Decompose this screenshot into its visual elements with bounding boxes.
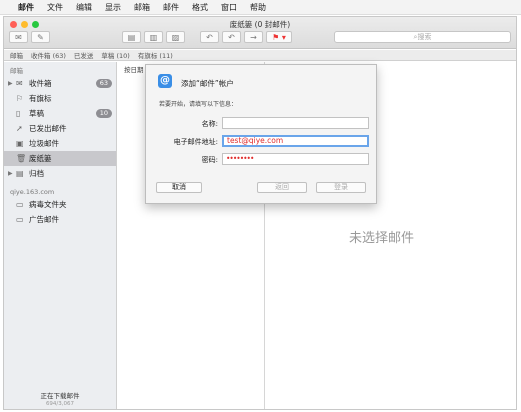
add-account-dialog: @ 添加“邮件”帐户 若要开始，请填写以下信息： 名称: 电子邮件地址: tes… bbox=[145, 64, 377, 204]
email-label: 电子邮件地址: bbox=[173, 138, 218, 146]
menu-edit[interactable]: 编辑 bbox=[76, 2, 92, 13]
reply-all-button[interactable]: ↶ bbox=[222, 31, 241, 43]
drafts-badge: 10 bbox=[95, 109, 112, 118]
inbox-icon: ✉ bbox=[16, 79, 23, 88]
menu-message[interactable]: 邮件 bbox=[163, 2, 179, 13]
forward-icon: → bbox=[250, 32, 257, 42]
cancel-button[interactable]: 取消 bbox=[156, 182, 202, 193]
password-label: 密码: bbox=[201, 156, 218, 164]
reply-icon: ↶ bbox=[206, 32, 213, 42]
trash-icon: 🗑︎ bbox=[16, 154, 27, 163]
compose-button[interactable]: ✎ bbox=[31, 31, 50, 43]
menu-window[interactable]: 窗口 bbox=[221, 2, 237, 13]
sidebar-section-mailboxes: 邮箱 bbox=[10, 67, 23, 75]
favbar-flagged[interactable]: 有旗标 (11) bbox=[138, 50, 173, 60]
email-field[interactable]: test@qiye.com bbox=[222, 135, 369, 147]
menu-mail[interactable]: 邮件 bbox=[18, 2, 34, 13]
dialog-subtitle: 若要开始，请填写以下信息： bbox=[159, 101, 238, 108]
menu-mailbox[interactable]: 邮箱 bbox=[134, 2, 150, 13]
favbar-inbox[interactable]: 收件箱 (63) bbox=[31, 50, 66, 60]
no-message-selected: 未选择邮件 bbox=[349, 231, 415, 246]
dialog-title: 添加“邮件”帐户 bbox=[181, 79, 234, 88]
sidebar-item-sent[interactable]: ➚ 已发出邮件 bbox=[4, 121, 116, 136]
sidebar-item-virus-folder[interactable]: ▭ 病毒文件夹 bbox=[4, 197, 116, 212]
junk-button[interactable]: ▨ bbox=[166, 31, 185, 43]
download-status-text: 正在下载邮件 bbox=[40, 392, 80, 400]
sidebar-item-inbox[interactable]: ▶ ✉ 收件箱 63 bbox=[4, 76, 116, 91]
title-bar: 废纸篓 (0 封邮件) ✉ ✎ ▤ ▥ ▨ ↶ ↶ → ⚑ ▾ ⌕ 搜索 bbox=[4, 17, 516, 49]
sidebar-item-label: 收件箱 bbox=[29, 79, 52, 88]
compose-icon: ✎ bbox=[37, 32, 44, 42]
favorites-bar: 邮箱 收件箱 (63) 已发送 草稿 (10) 有旗标 (11) bbox=[4, 50, 516, 61]
menu-bar: 邮件 文件 编辑 显示 邮箱 邮件 格式 窗口 帮助 bbox=[0, 0, 521, 15]
menu-file[interactable]: 文件 bbox=[47, 2, 63, 13]
unread-badge: 63 bbox=[95, 79, 112, 88]
sidebar-item-trash[interactable]: 🗑︎ 废纸篓 bbox=[4, 151, 116, 166]
archive-button[interactable]: ▤ bbox=[122, 31, 141, 43]
reply-button[interactable]: ↶ bbox=[200, 31, 219, 43]
sidebar-item-label: 有旗标 bbox=[29, 94, 52, 103]
sidebar-item-flagged[interactable]: ⚐ 有旗标 bbox=[4, 91, 116, 106]
search-field[interactable]: ⌕ 搜索 bbox=[334, 31, 511, 43]
disclosure-icon[interactable]: ▶ bbox=[8, 80, 16, 87]
archive-icon: ▤ bbox=[127, 32, 136, 42]
draft-icon: ▯ bbox=[16, 109, 21, 118]
junk-icon: ▨ bbox=[171, 32, 180, 42]
favbar-drafts[interactable]: 草稿 (10) bbox=[101, 50, 129, 60]
window-title: 废纸篓 (0 封邮件) bbox=[229, 20, 291, 29]
at-sign-icon: @ bbox=[158, 74, 172, 88]
sidebar-item-label: 广告邮件 bbox=[29, 215, 59, 224]
sidebar-item-label: 垃圾邮件 bbox=[29, 139, 59, 148]
delete-button[interactable]: ▥ bbox=[144, 31, 163, 43]
sidebar-item-label: 已发出邮件 bbox=[29, 124, 67, 133]
flag-icon: ⚐ bbox=[16, 94, 24, 103]
sidebar-section-account: qiye.163.com bbox=[10, 188, 55, 196]
password-field[interactable]: •••••••• bbox=[222, 153, 369, 165]
menu-help[interactable]: 帮助 bbox=[250, 2, 266, 13]
sidebar-item-drafts[interactable]: ▯ 草稿 10 bbox=[4, 106, 116, 121]
back-button[interactable]: 返回 bbox=[257, 182, 307, 193]
flag-button[interactable]: ⚑ ▾ bbox=[266, 31, 292, 43]
archive-icon: ▤ bbox=[16, 169, 24, 178]
sidebar-item-label: 归档 bbox=[29, 169, 44, 178]
sidebar-item-label: 草稿 bbox=[29, 109, 44, 118]
sidebar-item-junk[interactable]: ▣ 垃圾邮件 bbox=[4, 136, 116, 151]
menu-format[interactable]: 格式 bbox=[192, 2, 208, 13]
sidebar-item-ads[interactable]: ▭ 广告邮件 bbox=[4, 212, 116, 227]
flag-icon: ⚑ ▾ bbox=[272, 32, 286, 42]
name-label: 名称: bbox=[201, 120, 218, 128]
folder-icon: ▭ bbox=[16, 200, 24, 209]
sort-by-date[interactable]: 按日期 bbox=[124, 64, 144, 74]
download-progress-count: 694/3,067 bbox=[45, 401, 75, 407]
forward-button[interactable]: → bbox=[244, 31, 263, 43]
disclosure-icon[interactable]: ▶ bbox=[8, 170, 16, 177]
menu-view[interactable]: 显示 bbox=[105, 2, 121, 13]
reply-all-icon: ↶ bbox=[228, 32, 235, 42]
trash-icon: ▥ bbox=[149, 32, 158, 42]
favbar-mailboxes[interactable]: 邮箱 bbox=[10, 50, 23, 60]
sidebar: 邮箱 ▶ ✉ 收件箱 63 ⚐ 有旗标 ▯ 草稿 10 ➚ 已发出邮件 ▣ 垃圾邮… bbox=[4, 62, 117, 409]
search-placeholder: 搜索 bbox=[417, 33, 432, 41]
favbar-sent[interactable]: 已发送 bbox=[74, 50, 94, 60]
folder-icon: ▭ bbox=[16, 215, 24, 224]
download-status: 正在下载邮件 694/3,067 bbox=[4, 390, 116, 407]
login-button[interactable]: 登录 bbox=[316, 182, 366, 193]
junk-icon: ▣ bbox=[16, 139, 24, 148]
get-mail-button[interactable]: ✉ bbox=[9, 31, 28, 43]
sidebar-item-label: 废纸篓 bbox=[29, 154, 52, 163]
sidebar-item-archive[interactable]: ▶ ▤ 归档 bbox=[4, 166, 116, 181]
sidebar-item-label: 病毒文件夹 bbox=[29, 200, 67, 209]
sent-icon: ➚ bbox=[16, 124, 23, 133]
envelope-icon: ✉ bbox=[15, 32, 22, 42]
name-field[interactable] bbox=[222, 117, 369, 129]
